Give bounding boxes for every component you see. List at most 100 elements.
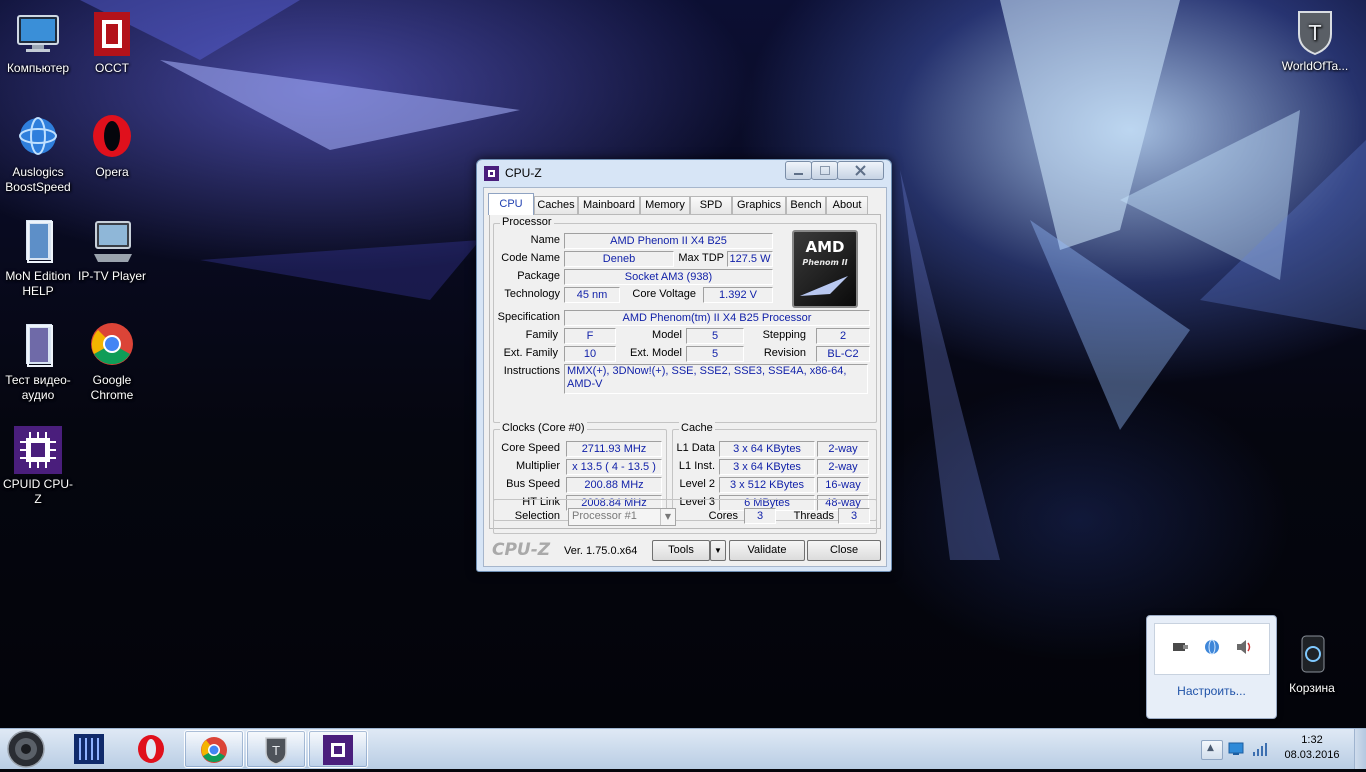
tray-overflow-popup: Настроить... — [1146, 615, 1277, 719]
cpu-chip-icon — [484, 166, 499, 181]
model-label: Model — [652, 329, 682, 341]
speaker-icon[interactable] — [1235, 638, 1253, 656]
tab-mainboard[interactable]: Mainboard — [578, 196, 640, 214]
taskbar-cpuz[interactable] — [308, 730, 368, 768]
desktop-icon-chrome[interactable]: Google Chrome — [74, 322, 150, 403]
chevron-down-icon: ▼ — [660, 509, 675, 525]
taskbar-chrome[interactable] — [184, 730, 244, 768]
taskbar-opera[interactable] — [122, 730, 180, 766]
cpu-chip-icon — [323, 735, 353, 765]
desktop-icon-cpuz[interactable]: CPUID CPU-Z — [0, 426, 76, 507]
maximize-button[interactable] — [811, 161, 838, 180]
tab-cpu[interactable]: CPU — [488, 193, 534, 215]
clock[interactable]: 1:32 08.03.2016 — [1276, 733, 1348, 763]
taskbar-world-of-tanks[interactable]: T — [246, 730, 306, 768]
instructions-label: Instructions — [503, 365, 560, 377]
cache-l1inst-size: 3 x 64 KBytes — [719, 459, 815, 475]
customize-link[interactable]: Настроить... — [1147, 684, 1276, 698]
extfamily-label: Ext. Family — [503, 347, 558, 359]
phenom-swoosh-icon — [800, 276, 848, 296]
signal-bars-icon[interactable] — [1252, 741, 1268, 757]
window-client: CPU Caches Mainboard Memory SPD Graphics… — [483, 187, 887, 567]
tools-dropdown-button[interactable]: ▼ — [710, 540, 726, 561]
multiplier-value: x 13.5 ( 4 - 13.5 ) — [566, 459, 662, 475]
desktop-icon-label: Тест видео-аудио — [5, 373, 71, 402]
title-bar[interactable]: CPU-Z — [477, 160, 891, 186]
stepping-value: 2 — [816, 328, 870, 344]
show-desktop-button[interactable] — [1354, 729, 1366, 769]
desktop-icon-world-of-tanks[interactable]: T WorldOfTa... — [1274, 8, 1356, 74]
amd-logo-line: Phenom II — [802, 258, 848, 267]
document-icon — [14, 218, 62, 266]
maxtdp-label: Max TDP — [678, 252, 724, 264]
voltage-value: 1.392 V — [703, 287, 773, 303]
chrome-icon — [201, 737, 227, 763]
desktop-icon-test-video[interactable]: Тест видео-аудио — [0, 322, 76, 403]
show-hidden-icons-button[interactable]: ▲ — [1201, 740, 1223, 760]
tab-memory[interactable]: Memory — [640, 196, 690, 214]
occt-icon — [88, 10, 136, 58]
start-orb-icon — [7, 730, 45, 768]
minimize-button[interactable] — [785, 161, 812, 180]
cache-group-title: Cache — [679, 422, 715, 434]
minimize-icon — [794, 173, 803, 175]
close-icon — [855, 165, 866, 176]
opera-icon — [138, 735, 164, 763]
tab-about[interactable]: About — [826, 196, 868, 214]
processor-group-title: Processor — [500, 216, 554, 228]
start-button[interactable] — [4, 729, 48, 769]
globe-icon — [14, 114, 62, 162]
tab-spd[interactable]: SPD — [690, 196, 732, 214]
close-button[interactable]: Close — [807, 540, 881, 561]
family-value: F — [564, 328, 616, 344]
tab-caches[interactable]: Caches — [534, 196, 578, 214]
extmodel-value: 5 — [686, 346, 744, 362]
tab-bench[interactable]: Bench — [786, 196, 826, 214]
cache-level2-ways: 16-way — [817, 477, 869, 493]
desktop-icon-label: Auslogics BoostSpeed — [5, 165, 71, 194]
instructions-value: MMX(+), 3DNow!(+), SSE, SSE2, SSE3, SSE4… — [564, 364, 868, 394]
name-label: Name — [530, 234, 560, 246]
tank-shield-icon: T — [265, 737, 287, 765]
desktop-icon-label: WorldOfTa... — [1281, 59, 1349, 73]
desktop-icon-iptv[interactable]: IP-TV Player — [74, 218, 150, 284]
family-label: Family — [525, 329, 558, 341]
revision-label: Revision — [763, 347, 806, 359]
clocks-group-title: Clocks (Core #0) — [500, 422, 587, 434]
desktop-icon-recycle-bin[interactable]: Корзина — [1274, 630, 1350, 696]
tank-shield-icon: T — [1291, 8, 1339, 56]
codename-label: Code Name — [501, 252, 560, 264]
desktop-icon-mon-help[interactable]: MoN Edition HELP — [0, 218, 76, 299]
usb-device-icon[interactable] — [1171, 638, 1189, 656]
desktop-icon-auslogics[interactable]: Auslogics BoostSpeed — [0, 114, 76, 195]
maximize-icon — [820, 166, 830, 175]
media-icon — [14, 322, 62, 370]
desktop-icon-opera[interactable]: Opera — [74, 114, 150, 180]
desktop-icon-occt[interactable]: OCCT — [74, 10, 150, 76]
desktop-icon-label: CPUID CPU-Z — [2, 477, 73, 506]
desktop-icon-label: Opera — [95, 165, 129, 179]
corespeed-value: 2711.93 MHz — [566, 441, 662, 457]
desktop-icon-computer[interactable]: Компьютер — [0, 10, 76, 76]
monitor-tray-icon[interactable] — [1228, 741, 1244, 757]
monitor-icon — [14, 10, 62, 58]
model-value: 5 — [686, 328, 744, 344]
cache-l1data-size: 3 x 64 KBytes — [719, 441, 815, 457]
tools-button[interactable]: Tools — [652, 540, 710, 561]
taskbar-app-1[interactable] — [60, 730, 118, 766]
processor-select[interactable]: Processor #1 ▼ — [568, 508, 676, 526]
amd-phenom-logo: AMD Phenom II — [792, 230, 858, 308]
technology-value: 45 nm — [564, 287, 620, 303]
extfamily-value: 10 — [564, 346, 616, 362]
tab-graphics[interactable]: Graphics — [732, 196, 786, 214]
cache-l1data-ways: 2-way — [817, 441, 869, 457]
chevron-down-icon: ▼ — [714, 546, 722, 555]
clock-date: 08.03.2016 — [1284, 749, 1340, 761]
cpuz-window[interactable]: CPU-Z CPU Caches Mainboard Memory SPD Gr… — [476, 159, 892, 572]
validate-button[interactable]: Validate — [729, 540, 805, 561]
cpu-chip-icon — [14, 426, 62, 474]
network-globe-icon[interactable] — [1203, 638, 1221, 656]
corespeed-label: Core Speed — [501, 442, 560, 454]
window-title: CPU-Z — [505, 166, 542, 180]
close-window-button[interactable] — [837, 161, 884, 180]
